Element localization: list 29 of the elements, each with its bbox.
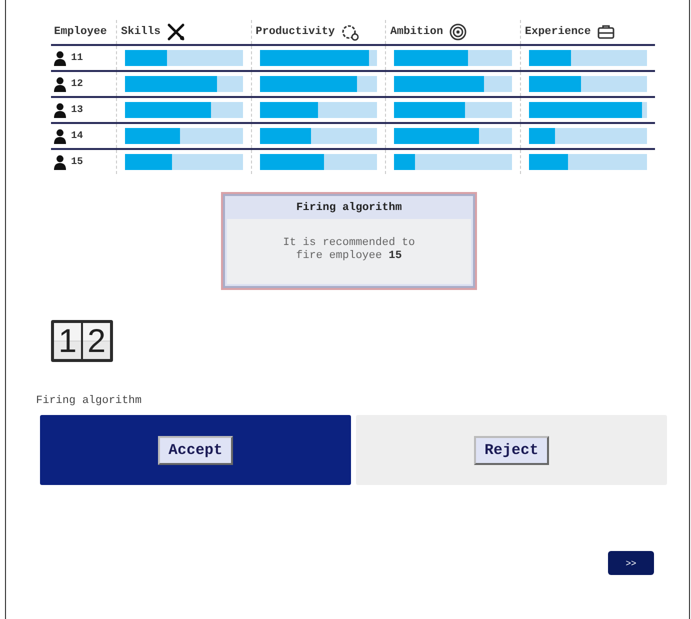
briefcase-icon [596, 24, 615, 40]
choice-label: Firing algorithm [36, 395, 142, 408]
person-icon [54, 154, 66, 170]
column-header: Productivity [256, 26, 335, 38]
employee-number: 14 [71, 130, 84, 142]
target-icon [449, 23, 468, 41]
counter-digit: 1 [54, 323, 81, 360]
column-header: Employee [54, 26, 107, 38]
column-header: Experience [524, 26, 591, 38]
employee-number: 15 [71, 156, 84, 168]
person-icon [54, 128, 66, 144]
gear-icon [340, 23, 359, 41]
employee-number: 13 [71, 104, 84, 116]
choice-button[interactable]: Accept [158, 436, 232, 465]
tools-icon [166, 23, 185, 41]
person-icon [54, 102, 66, 118]
person-icon [54, 50, 66, 66]
person-icon [54, 76, 66, 92]
employee-number: 11 [71, 52, 84, 64]
counter-digit: 2 [83, 323, 110, 360]
column-header: Ambition [390, 26, 444, 38]
employee-number: 12 [71, 78, 84, 90]
next-button[interactable]: >> [608, 551, 654, 576]
column-header: Skills [121, 26, 161, 38]
choice-panel[interactable]: Accept [40, 415, 351, 486]
dialog-title: Firing algorithm [295, 201, 403, 216]
choice-button[interactable]: Reject [474, 436, 548, 465]
choice-panel[interactable]: Reject [356, 415, 667, 486]
dialog-message: It is recommended to fire employee 15 [282, 237, 416, 262]
